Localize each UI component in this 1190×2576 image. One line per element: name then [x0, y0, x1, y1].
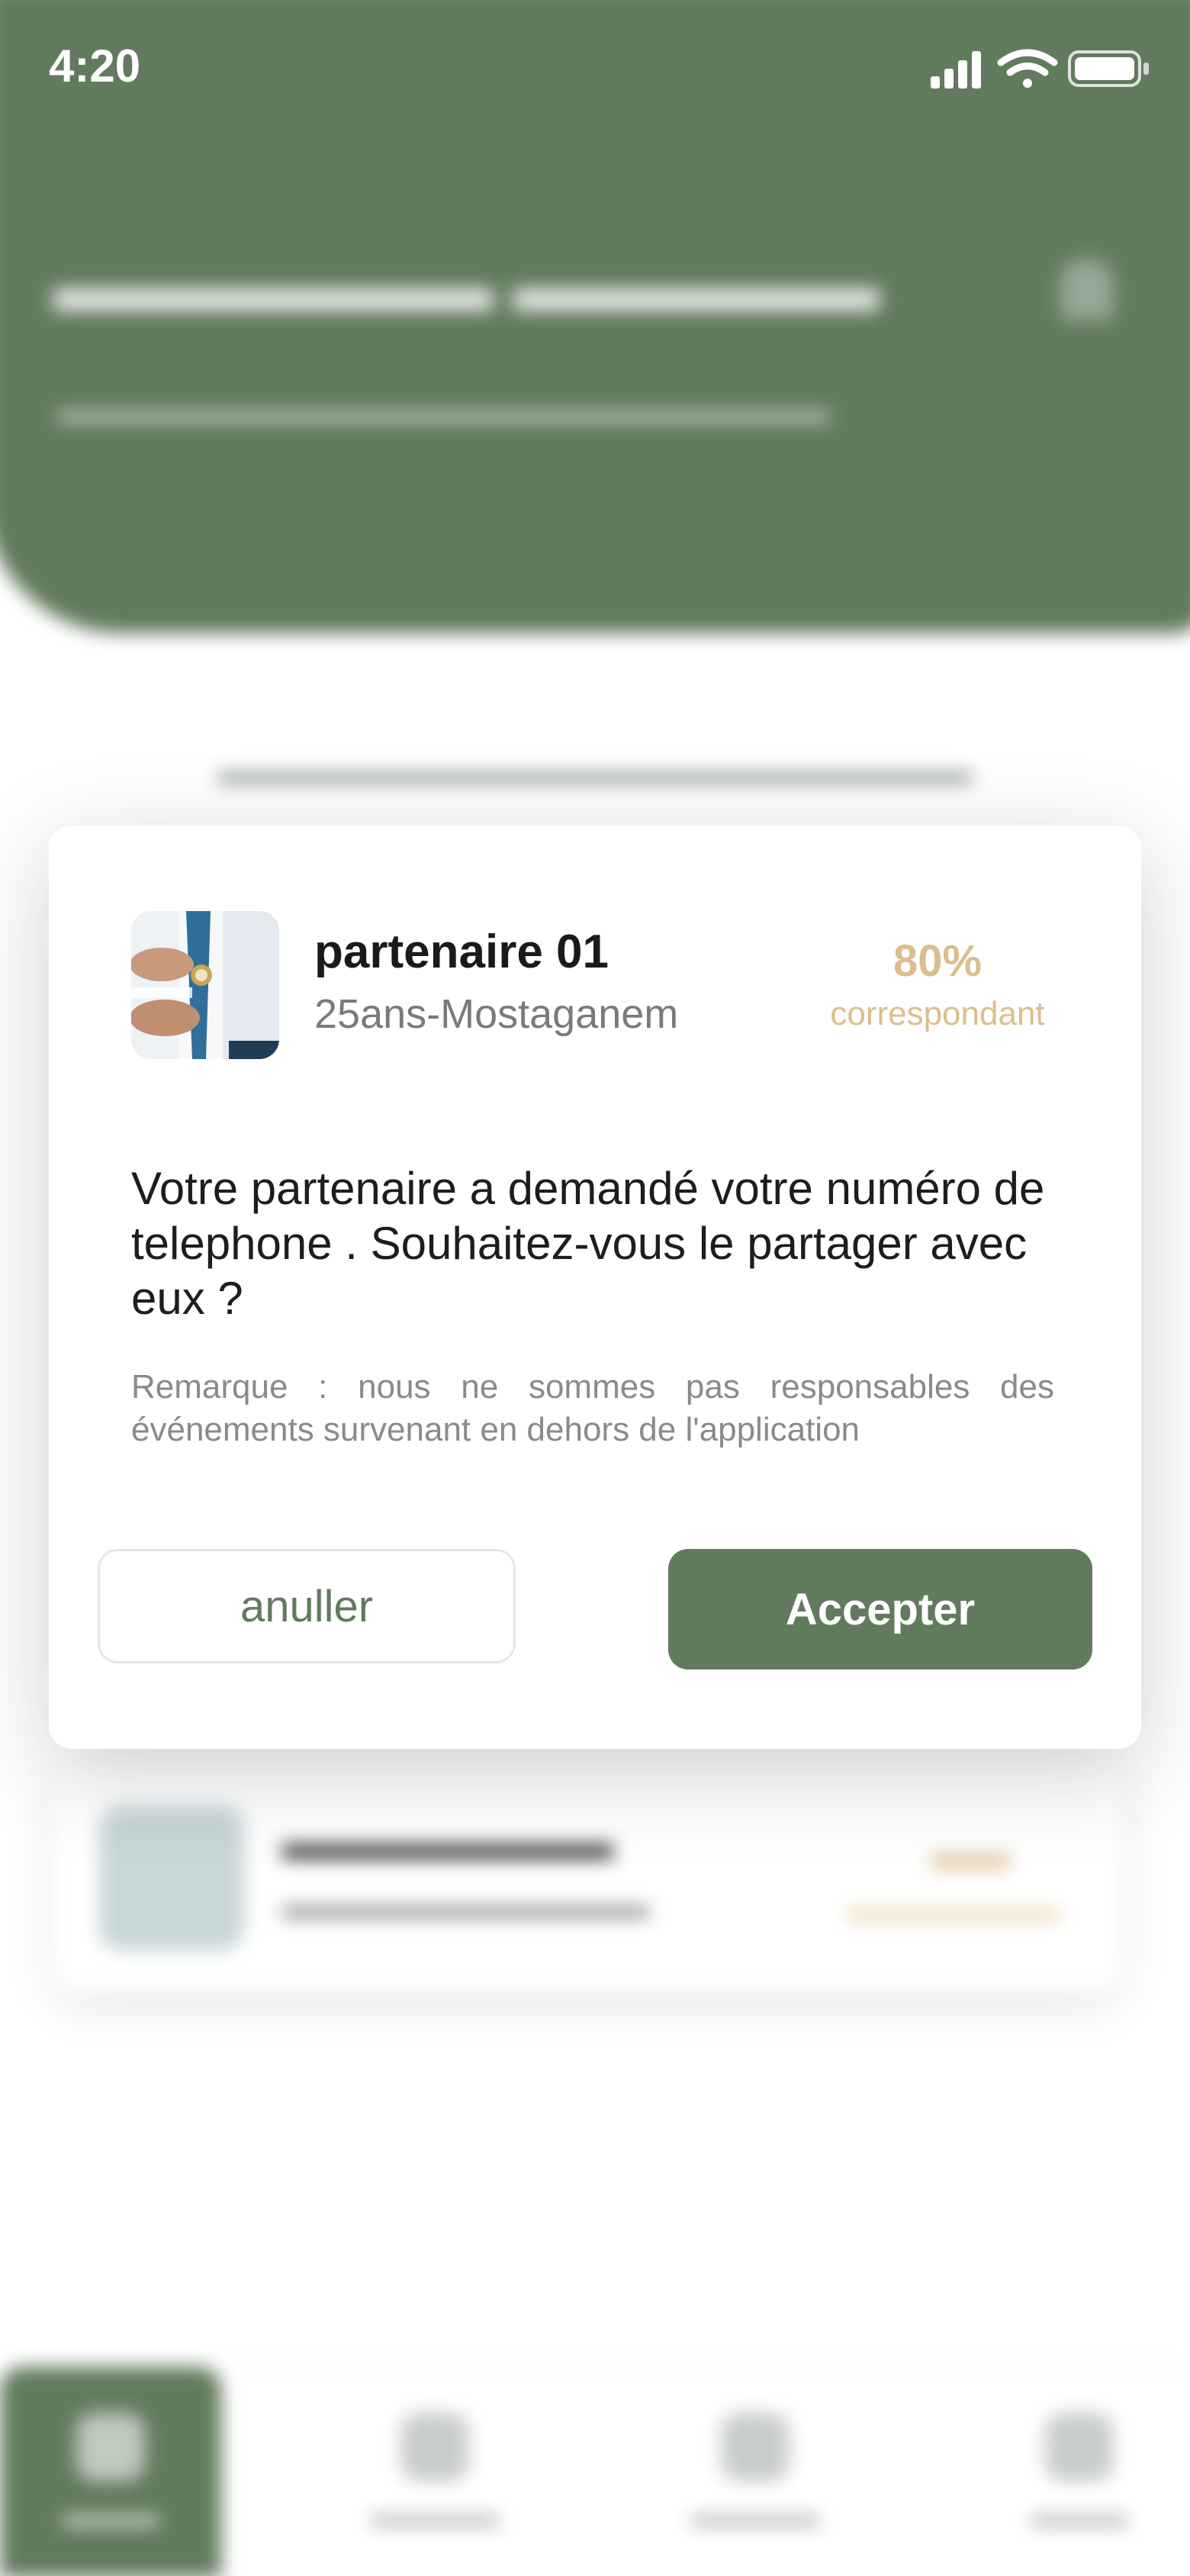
- cellular-signal-icon: [931, 51, 981, 89]
- battery-icon: [1068, 50, 1149, 87]
- partner-photo-avatar: [131, 911, 279, 1059]
- partner-age-location: 25ans-Mostaganem: [314, 991, 679, 1037]
- status-time: 4:20: [49, 40, 141, 92]
- status-bar: 4:20: [0, 0, 1190, 137]
- blurred-partner-card: ▬▬▬▬▬▬▬ ▬▬▬▬▬▬▬▬▬▬ ▬▬ ▬▬▬▬▬▬▬: [53, 1763, 1121, 1992]
- status-icons: [931, 49, 1149, 89]
- share-phone-dialog: partenaire 01 25ans-Mostaganem 80% corre…: [49, 826, 1141, 1749]
- dialog-disclaimer: Remarque : nous ne sommes pas responsabl…: [131, 1368, 1054, 1448]
- wifi-icon: [997, 49, 1058, 88]
- partner-name: partenaire 01: [314, 926, 609, 978]
- accept-button[interactable]: Accepter: [668, 1549, 1092, 1670]
- dialog-question: Votre partenaire a demandé votre numéro …: [131, 1163, 1045, 1324]
- cancel-button[interactable]: anuller: [98, 1549, 516, 1663]
- screen: ▬▬▬▬▬▬ ▬▬▬▬▬ ▬▬▬▬▬▬▬▬▬▬▬▬▬▬▬▬▬▬▬▬▬▬ ▬▬▬▬…: [0, 0, 1190, 2576]
- blurred-bottom-nav: ▬▬▬ ▬▬▬▬ ▬▬▬▬ ▬▬▬: [0, 2365, 1190, 2576]
- match-label: correspondant: [830, 995, 1045, 1032]
- match-percentage: 80%: [892, 936, 983, 986]
- partner-avatar: [131, 911, 279, 1059]
